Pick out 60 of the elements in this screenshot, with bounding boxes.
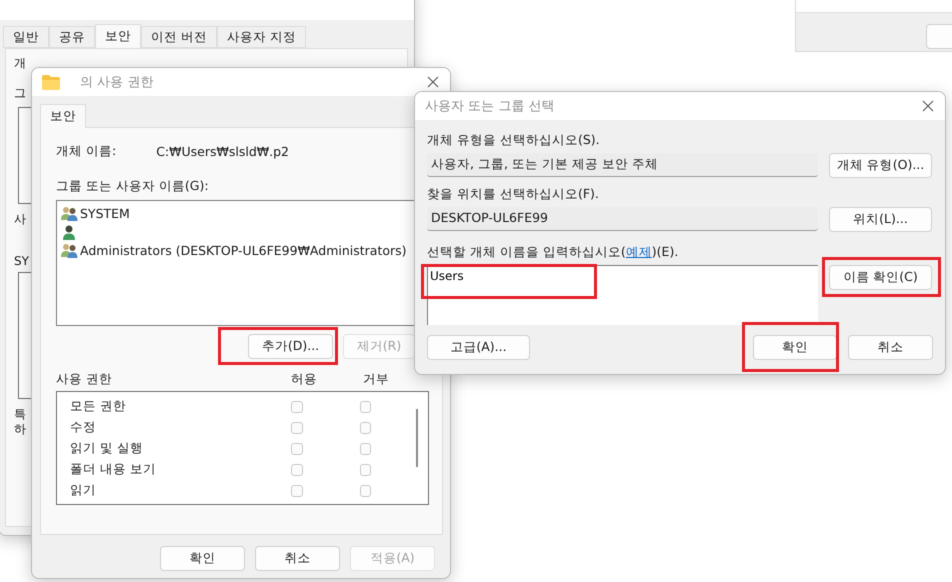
deny-checkbox[interactable] [360,464,371,476]
examples-link[interactable]: 예제 [626,244,652,259]
advanced-button[interactable]: 고급(A)... [427,335,530,360]
close-icon[interactable] [921,99,935,113]
window-title: 의 사용 권한 [80,74,154,91]
column-header: 거부 [363,371,389,388]
user-icon [61,224,78,240]
deny-checkbox[interactable] [360,442,371,454]
allow-checkbox[interactable] [291,442,303,454]
allow-checkbox[interactable] [291,422,303,434]
locations-button[interactable]: 위치(L)... [829,207,932,232]
add-button[interactable]: 추가(D)... [248,334,333,359]
label-fragment: 하 [14,421,26,438]
tab[interactable]: 보안 [95,24,141,48]
object-names-field[interactable]: Users [427,265,818,325]
column-header: 사용 권한 [56,371,113,388]
label-fragment: 사 [14,211,26,228]
field-label: 그룹 또는 사용자 이름(G): [56,178,210,195]
cancel-button[interactable]: 취소 [848,335,933,360]
check-names-button[interactable]: 이름 확인(C) [829,265,932,290]
folder-icon [42,74,60,90]
allow-checkbox[interactable] [291,400,303,412]
object-types-button[interactable]: 개체 유형(O)... [829,153,932,178]
label-fragment: 그 [14,85,26,102]
permission-name: 폴더 내용 보기 [70,461,157,478]
object-type-field: 사용자, 그룹, 또는 기본 제공 보안 주체 [427,153,818,177]
column-header: 허용 [291,371,318,388]
tab[interactable]: 이전 버전 [141,26,217,48]
group-icon [61,242,78,258]
permission-name: 모든 권한 [70,398,127,415]
deny-checkbox[interactable] [360,422,371,434]
field-label: 찾을 위치를 선택하십시오(F). [427,186,600,203]
label-fragment: 개 [14,55,26,72]
scrollbar-thumb[interactable] [416,409,418,467]
location-field: DESKTOP-UL6FE99 [427,207,818,231]
tab[interactable]: 공유 [49,26,95,48]
tab[interactable]: 사용자 지정 [216,26,306,48]
tab[interactable]: 보안 [40,104,86,128]
label-fragment: SY [14,254,29,268]
permission-name: 수정 [70,419,97,436]
dialog-button[interactable]: 취소 [255,546,340,571]
deny-checkbox[interactable] [360,400,371,412]
deny-checkbox[interactable] [360,484,371,496]
list-item[interactable]: SYSTEM [80,206,130,221]
close-icon[interactable] [426,75,440,89]
field-label: 개체 이름: [56,143,116,160]
label-fragment: 특 [14,406,26,423]
field-label: 선택할 개체 이름을 입력하십시오(예제)(E). [427,244,680,261]
window-title: 사용자 또는 그룹 선택 [425,98,556,115]
permission-name: 읽기 및 실행 [70,440,144,457]
allow-checkbox[interactable] [291,484,303,496]
group-icon [61,205,78,222]
field-label: 개체 유형을 선택하십시오(S). [427,132,601,149]
dialog-button[interactable]: 확인 [160,546,245,571]
allow-checkbox[interactable] [291,464,303,476]
tab[interactable]: 일반 [3,26,49,48]
object-name: C:₩Users₩slsld₩.p2 [156,144,289,159]
list-item[interactable]: Administrators (DESKTOP-UL6FE99₩Administrators) [80,242,407,258]
permission-name: 읽기 [70,482,97,499]
ok-button[interactable]: 확인 [753,335,837,360]
